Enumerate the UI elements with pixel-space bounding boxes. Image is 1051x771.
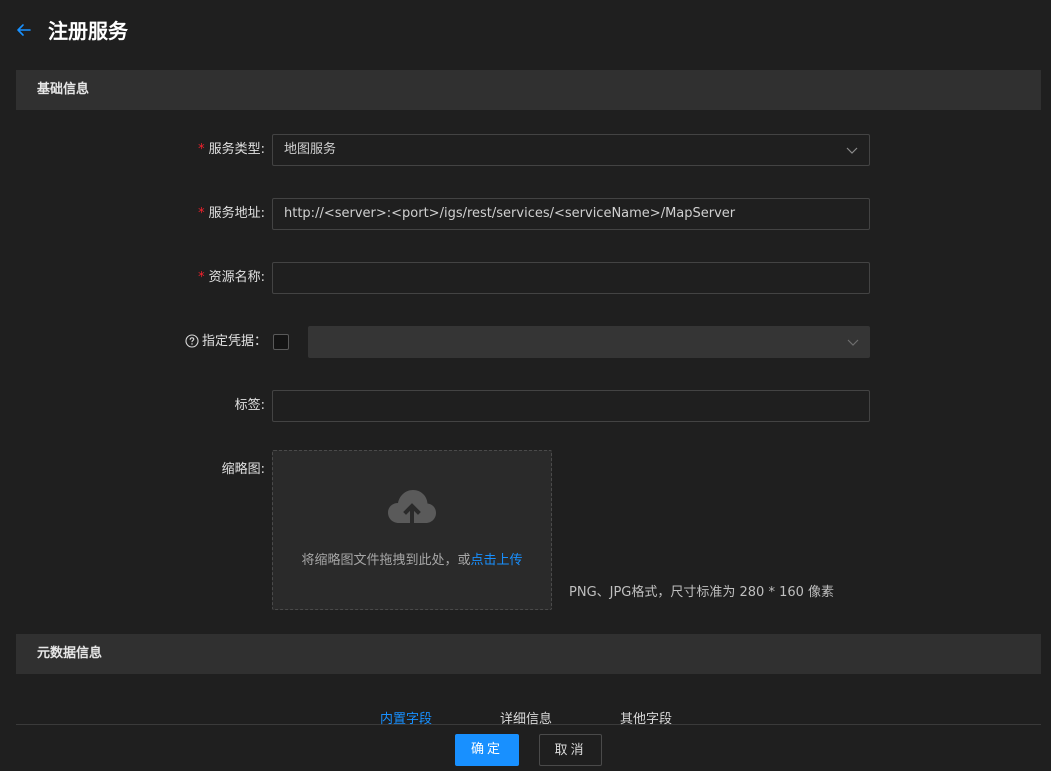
tab-details[interactable]: 详细信息 — [500, 708, 552, 727]
thumbnail-format-hint: PNG、JPG格式，尺寸标准为 280 * 160 像素 — [569, 585, 835, 600]
form-row-service-type: * 服务类型: 地图服务 — [0, 134, 1051, 166]
service-type-select[interactable]: 地图服务 — [272, 134, 870, 166]
required-mark: * — [198, 142, 205, 157]
required-mark: * — [198, 270, 205, 285]
label-text: 缩略图: — [221, 462, 265, 477]
question-circle-icon[interactable] — [185, 333, 199, 348]
form-row-service-url: * 服务地址: http://<server>:<port>/igs/rest/s… — [0, 198, 1051, 230]
thumbnail-upload-dropzone[interactable]: 将缩略图文件拖拽到此处，或点击上传 — [272, 450, 552, 610]
form-label: * 服务类型: — [198, 134, 265, 166]
page-title: 注册服务 — [48, 19, 128, 43]
chevron-down-icon — [846, 147, 858, 154]
form-row-credential: 指定凭据： — [0, 326, 1051, 358]
tab-builtin-fields[interactable]: 内置字段 — [380, 708, 432, 727]
label-text: 资源名称: — [208, 270, 265, 285]
cloud-upload-icon — [388, 490, 436, 523]
section-basic-info: 基础信息 — [16, 70, 1041, 110]
resource-name-input[interactable] — [272, 262, 870, 294]
confirm-button[interactable]: 确定 — [455, 734, 519, 766]
credential-select[interactable] — [308, 326, 870, 358]
label-text: 指定凭据： — [201, 334, 267, 349]
service-url-input[interactable]: http://<server>:<port>/igs/rest/services… — [272, 198, 870, 230]
tab-other-fields[interactable]: 其他字段 — [620, 708, 672, 727]
form-label: * 服务地址: — [198, 198, 265, 230]
arrow-left-icon[interactable] — [14, 20, 34, 40]
label-text: 服务地址: — [208, 206, 265, 221]
form-row-resource-name: * 资源名称: — [0, 262, 1051, 294]
form-label: 指定凭据： — [185, 326, 267, 358]
form-label: 标签: — [235, 390, 265, 422]
input-value: http://<server>:<port>/igs/rest/services… — [284, 206, 736, 221]
page-header: 注册服务 — [0, 0, 1051, 62]
form-row-tags: 标签: — [0, 390, 1051, 422]
chevron-down-icon — [847, 339, 859, 346]
cancel-button[interactable]: 取消 — [539, 734, 602, 766]
select-value: 地图服务 — [284, 142, 337, 157]
section-metadata-info: 元数据信息 — [16, 634, 1041, 674]
credential-checkbox[interactable] — [273, 334, 289, 350]
drop-text: 将缩略图文件拖拽到此处，或 — [301, 553, 471, 568]
register-service-page: 注册服务 基础信息 * 服务类型: 地图服务 * 服务地址: http://<ser… — [0, 0, 1051, 771]
section-title: 基础信息 — [37, 82, 90, 97]
form-label: * 资源名称: — [198, 262, 265, 294]
click-upload-link[interactable]: 点击上传 — [471, 553, 523, 568]
label-text: 服务类型: — [208, 142, 265, 157]
form-label: 缩略图: — [222, 454, 265, 486]
metadata-tabs: 内置字段 详细信息 其他字段 — [16, 702, 1041, 727]
label-text: 标签: — [234, 398, 265, 413]
upload-instructions: 将缩略图文件拖拽到此处，或点击上传 — [273, 549, 551, 568]
tags-input[interactable] — [272, 390, 870, 422]
section-title: 元数据信息 — [37, 646, 103, 661]
required-mark: * — [198, 206, 205, 221]
